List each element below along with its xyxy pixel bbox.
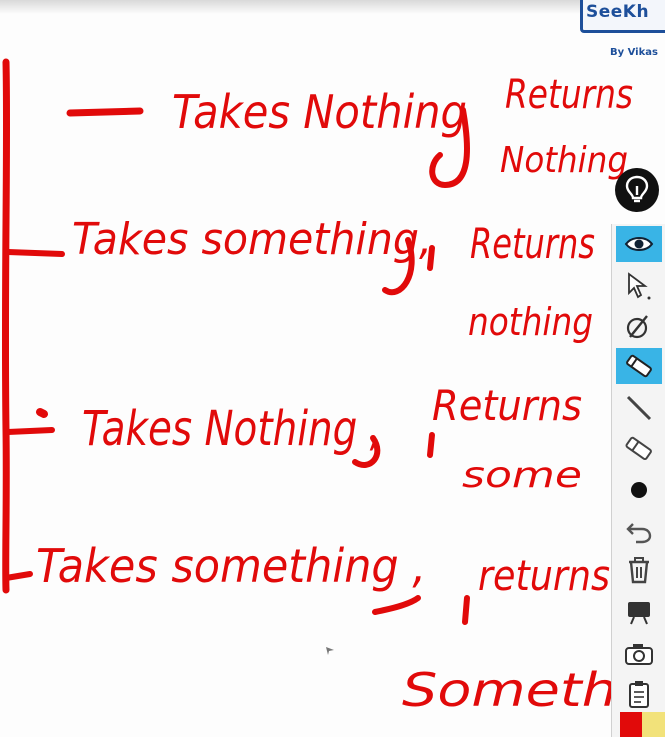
- color-swatch-red[interactable]: [620, 712, 642, 737]
- line1-takes-text: Takes Nothing: [172, 85, 467, 139]
- clipboard-icon[interactable]: [616, 676, 662, 712]
- handwriting-layer: Takes Nothing Returns Nothing Takes some…: [1, 58, 633, 717]
- color-swatch-yellow[interactable]: [642, 712, 665, 737]
- branch-stroke-2: [5, 249, 65, 257]
- line4-takes-text: Takes something ,: [36, 539, 426, 593]
- eraser-icon[interactable]: [616, 430, 662, 466]
- line3-returns-text: Returns: [432, 381, 582, 430]
- line4-returns2-text: Someth: [402, 663, 617, 717]
- board-icon[interactable]: [616, 594, 662, 630]
- cursor-arrow-icon: [326, 647, 334, 655]
- line2-returns-text: Returns: [470, 219, 595, 268]
- underline-stroke: [372, 595, 421, 615]
- line1-returns2-text: Nothing: [500, 140, 628, 181]
- pointer-icon[interactable]: [616, 268, 662, 304]
- whiteboard-canvas[interactable]: SeeKh By Vikas Takes Nothing Returns Not…: [0, 0, 665, 737]
- branch-stroke-1: [66, 107, 144, 117]
- line-icon[interactable]: [616, 390, 662, 426]
- line3-returns2-text: some: [462, 455, 582, 496]
- branch-stroke-4: [3, 571, 33, 581]
- bullet-dot: [36, 408, 48, 418]
- trash-icon[interactable]: [616, 552, 662, 588]
- tick-stroke-3: [462, 595, 470, 625]
- pin-icon[interactable]: [615, 168, 659, 212]
- branch-stroke-3: [5, 427, 55, 435]
- line4-returns-text: returns: [478, 551, 610, 600]
- pen-icon[interactable]: [616, 348, 662, 384]
- eye-icon[interactable]: [616, 226, 662, 262]
- line1-returns-text: Returns: [505, 72, 633, 118]
- tree-trunk-stroke: [1, 58, 11, 594]
- line2-takes-text: Takes something,: [72, 214, 432, 265]
- dot-size-icon[interactable]: [616, 472, 662, 508]
- laser-icon[interactable]: [616, 308, 662, 344]
- line2-returns2-text: nothing: [468, 300, 593, 344]
- line3-takes-text: Takes Nothing ,: [82, 401, 382, 457]
- undo-icon[interactable]: [616, 512, 662, 548]
- tick-stroke-2: [427, 432, 435, 458]
- camera-icon[interactable]: [616, 636, 662, 672]
